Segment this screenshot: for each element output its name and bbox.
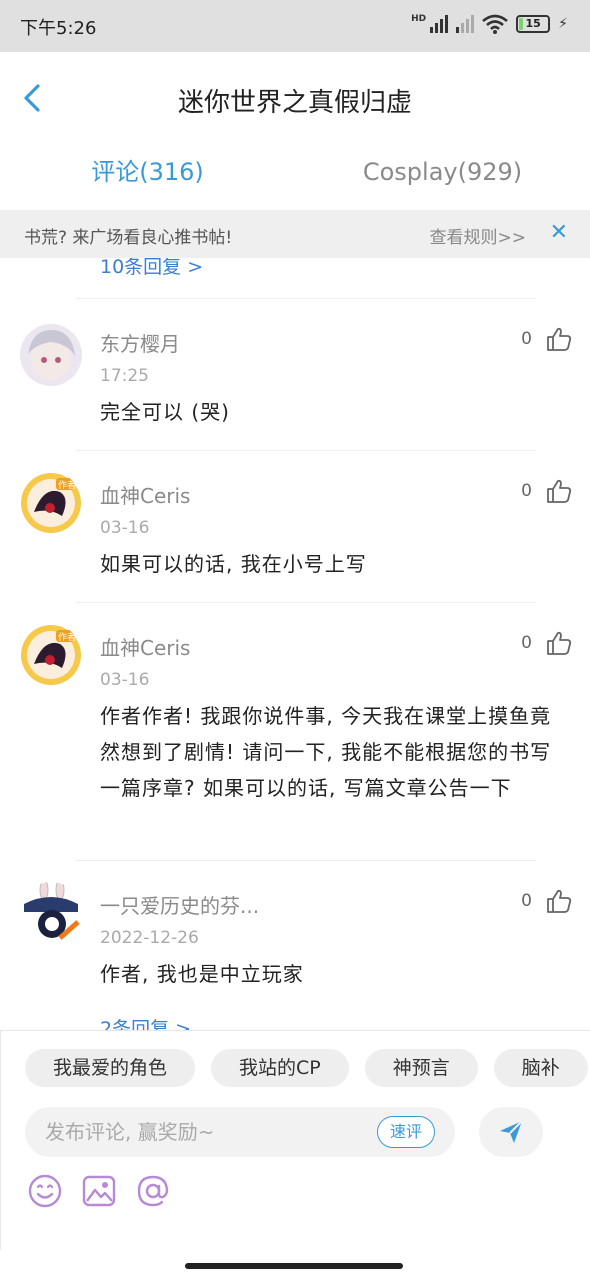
status-time: 下午5:26 (20, 18, 97, 39)
thumbs-up-icon (547, 889, 572, 913)
avatar[interactable]: 作者 (20, 472, 82, 534)
send-button[interactable] (479, 1107, 543, 1157)
wifi-icon (482, 14, 508, 34)
divider (76, 298, 536, 299)
tab-bar: 评论(316) Cosplay(929) (0, 144, 590, 204)
avatar[interactable] (20, 882, 82, 944)
home-indicator[interactable] (185, 1263, 403, 1269)
comment-input[interactable] (45, 1107, 355, 1157)
topic-chips: 我最爱的角色 我站的CP 神预言 脑补 (25, 1049, 588, 1087)
compose-panel: 我最爱的角色 我站的CP 神预言 脑补 速评 (0, 1030, 590, 1250)
divider (76, 602, 536, 603)
author-badge: 作者 (58, 481, 77, 491)
image-icon[interactable] (81, 1173, 117, 1209)
comment-time: 03-16 (100, 518, 150, 538)
like-button[interactable]: 0 (521, 478, 572, 504)
comment-text: 完全可以 (哭) (100, 400, 230, 424)
tab-cosplay[interactable]: Cosplay(929) (295, 144, 590, 204)
comment-time: 17:25 (100, 366, 149, 386)
comment-author[interactable]: 血神Ceris (100, 480, 190, 509)
avatar[interactable] (20, 324, 82, 386)
avatar[interactable]: 作者 (20, 624, 82, 686)
comment-text: 如果可以的话, 我在小号上写 (100, 552, 367, 576)
comment-text: 作者作者! 我跟你说件事, 今天我在课堂上摸鱼竟然想到了剧情! 请问一下, 我能… (100, 704, 552, 800)
close-icon[interactable]: ✕ (550, 220, 568, 245)
signal-icon (430, 15, 449, 33)
view-replies-link[interactable]: 10条回复 > (100, 258, 203, 279)
battery-level: 15 (525, 17, 541, 30)
tab-comments[interactable]: 评论(316) (0, 144, 295, 204)
view-rules-link[interactable]: 查看规则>> (430, 223, 527, 248)
topic-chip[interactable]: 神预言 (364, 1049, 478, 1087)
battery-icon: 15 (516, 15, 551, 33)
quick-comment-button[interactable]: 速评 (376, 1116, 435, 1148)
comment-author[interactable]: 血神Ceris (100, 632, 190, 661)
author-badge: 作者 (58, 633, 77, 643)
comment-author[interactable]: 东方樱月 (100, 328, 180, 357)
topic-chip[interactable]: 脑补 (493, 1049, 588, 1087)
banner-text: 书荒? 来广场看良心推书帖! (24, 228, 233, 248)
promo-banner: 书荒? 来广场看良心推书帖! 查看规则>> ✕ (0, 210, 590, 258)
comment-input-box: 速评 (25, 1107, 455, 1157)
like-count: 0 (521, 481, 532, 501)
status-bar: 下午5:26 HD 15 ⚡ (0, 0, 590, 52)
charging-icon: ⚡ (558, 16, 568, 32)
thumbs-up-icon (547, 479, 572, 503)
divider (76, 450, 536, 451)
like-count: 0 (521, 633, 532, 653)
like-count: 0 (521, 891, 532, 911)
send-icon (500, 1120, 523, 1143)
like-button[interactable]: 0 (521, 326, 572, 352)
thumbs-up-icon (547, 327, 572, 351)
compose-tools (27, 1173, 171, 1209)
like-button[interactable]: 0 (521, 888, 572, 914)
status-icons: HD 15 ⚡ (411, 14, 568, 34)
topic-chip[interactable]: 我站的CP (211, 1049, 349, 1087)
emoji-icon[interactable] (27, 1173, 63, 1209)
app-header: 迷你世界之真假归虚 (0, 52, 590, 144)
mention-icon[interactable] (135, 1173, 171, 1209)
comment-text: 作者, 我也是中立玩家 (100, 962, 304, 986)
topic-chip[interactable]: 我最爱的角色 (25, 1049, 196, 1087)
comment-time: 2022-12-26 (100, 928, 199, 948)
comment-author[interactable]: 一只爱历史的芬... (100, 890, 259, 919)
like-count: 0 (521, 329, 532, 349)
like-button[interactable]: 0 (521, 630, 572, 656)
view-replies-link[interactable]: 2条回复 > (100, 1014, 191, 1030)
signal-weak-icon (456, 15, 475, 33)
comment-time: 03-16 (100, 670, 150, 690)
comment-feed[interactable]: 10条回复 > 东方樱月 17:25 完全可以 (哭) 0 作者 血神Ceris… (0, 258, 590, 1030)
divider (76, 860, 536, 861)
hd-label: HD (411, 14, 427, 24)
page-title: 迷你世界之真假归虚 (177, 88, 412, 118)
thumbs-up-icon (547, 631, 572, 655)
